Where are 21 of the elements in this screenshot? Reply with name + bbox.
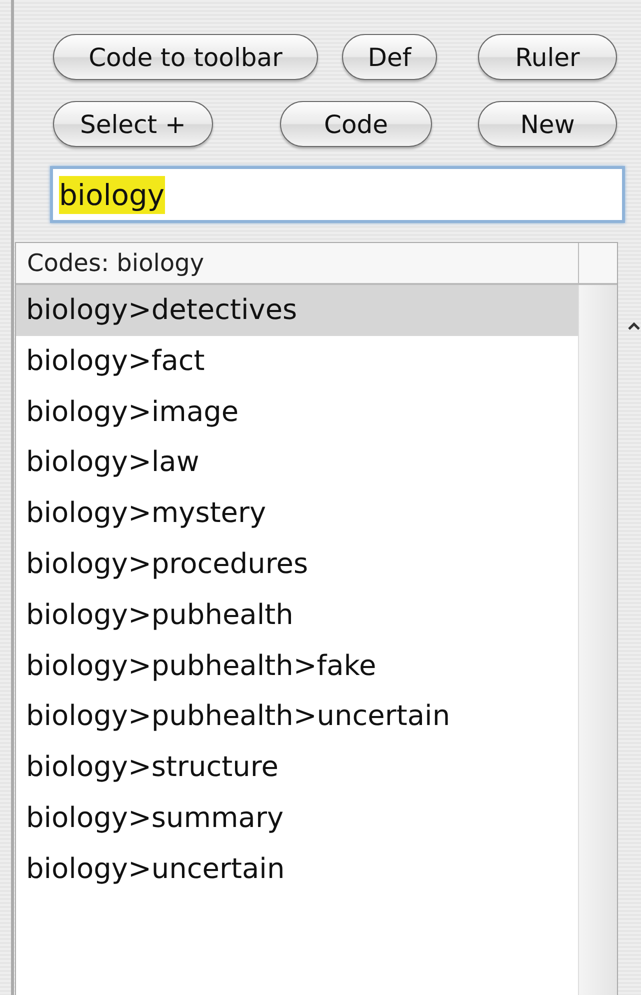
code-row[interactable]: biology>fact [16,336,578,387]
code-row[interactable]: biology>uncertain [16,844,578,895]
action-button[interactable]: Code to toolbar [53,34,318,80]
action-button[interactable]: Def [342,34,437,80]
code-row[interactable]: biology>detectives [16,285,578,336]
code-row[interactable]: biology>image [16,386,578,438]
code-row[interactable]: biology>summary [16,792,578,844]
code-row[interactable]: biology>structure [16,742,578,793]
code-row[interactable]: biology>pubhealth [16,590,578,641]
code-row[interactable]: biology>mystery [16,488,578,539]
action-button[interactable]: Select + [53,101,213,147]
search-field[interactable]: biology [50,166,625,223]
action-button[interactable]: Ruler [478,34,617,80]
scrollbar-track[interactable] [578,285,617,995]
action-button[interactable]: New [478,101,617,147]
action-button[interactable]: Code [280,101,432,147]
caret-icon [628,322,640,330]
code-row[interactable]: biology>law [16,437,578,488]
code-row[interactable]: biology>pubhealth>uncertain [16,691,578,742]
code-row[interactable]: biology>pubhealth>fake [16,640,578,692]
code-row[interactable]: biology>procedures [16,538,578,590]
